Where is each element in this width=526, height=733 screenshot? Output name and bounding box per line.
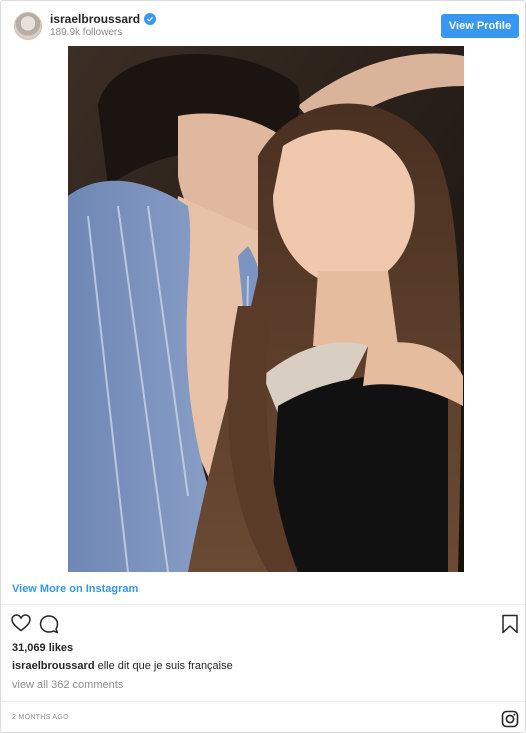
post-footer: 2 MONTHS AGO xyxy=(1,701,525,732)
caption-text: elle dit que je suis française xyxy=(97,660,233,672)
view-more-link[interactable]: View More on Instagram xyxy=(12,583,138,595)
comment-icon[interactable] xyxy=(39,614,59,639)
avatar[interactable] xyxy=(14,12,42,40)
verified-badge-icon xyxy=(144,13,157,25)
bookmark-icon[interactable] xyxy=(501,614,519,639)
username-row: israelbroussard xyxy=(50,12,157,26)
post-photo[interactable] xyxy=(68,46,464,572)
post-header: israelbroussard 189.9k followers View Pr… xyxy=(1,1,525,48)
likes-count: 31,069 likes xyxy=(12,642,74,654)
username[interactable]: israelbroussard xyxy=(50,12,140,26)
heart-icon[interactable] xyxy=(11,614,31,637)
view-more-row: View More on Instagram xyxy=(1,573,525,605)
instagram-logo-icon[interactable] xyxy=(501,710,519,733)
post-timestamp: 2 MONTHS AGO xyxy=(12,714,69,721)
action-bar xyxy=(1,606,525,638)
view-comments-link[interactable]: view all 362 comments xyxy=(12,679,123,691)
post-caption: israelbroussard elle dit que je suis fra… xyxy=(12,660,233,672)
view-profile-button[interactable]: View Profile xyxy=(441,14,519,38)
instagram-embed-card: israelbroussard 189.9k followers View Pr… xyxy=(0,0,526,733)
followers-count: 189.9k followers xyxy=(50,27,123,38)
caption-username[interactable]: israelbroussard xyxy=(12,660,95,672)
